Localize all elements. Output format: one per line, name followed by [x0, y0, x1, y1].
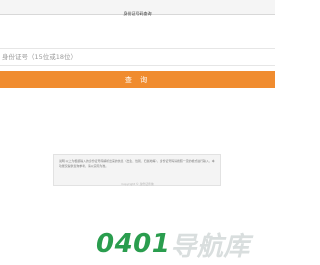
notice-text: 说明:以上为根据输入的身份证号码解析出来的信息（出生、性别、归属地等），身份证号…: [59, 159, 215, 168]
page: 身份证号码查询 查 询 说明:以上为根据输入的身份证号码解析出来的信息（出生、性…: [0, 0, 275, 265]
page-title: 身份证号码查询: [123, 11, 152, 16]
copyright-text: Copyright © 身份证查询: [121, 182, 154, 186]
query-button[interactable]: 查 询: [0, 71, 275, 88]
site-watermark-logo: 0401 导航库: [96, 226, 250, 262]
watermark-digits: 0401: [96, 229, 171, 259]
watermark-cjk: 导航库: [170, 231, 250, 262]
id-number-input[interactable]: [0, 48, 275, 66]
top-bar: 身份证号码查询: [0, 0, 275, 16]
